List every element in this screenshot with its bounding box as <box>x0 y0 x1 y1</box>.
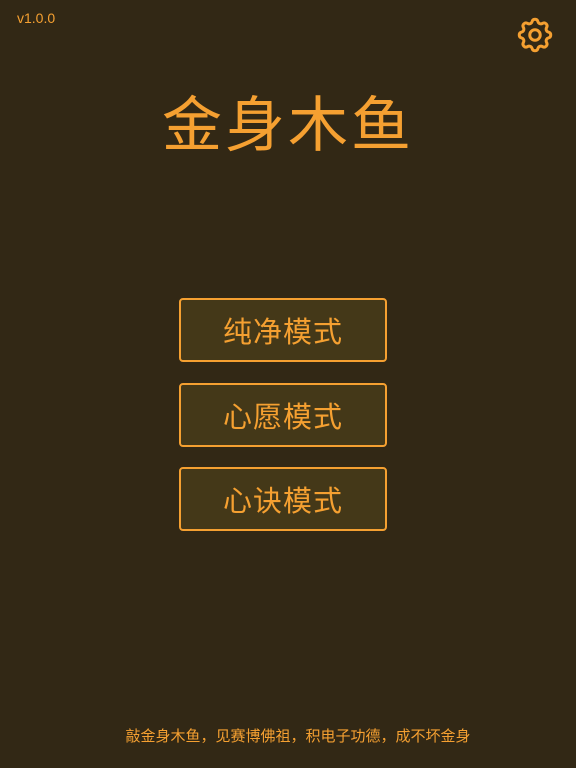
gear-icon <box>514 14 556 56</box>
pure-mode-label: 纯净模式 <box>222 315 343 349</box>
wish-mode-button[interactable]: 心愿模式 <box>179 383 387 447</box>
mantra-mode-button[interactable]: 心诀模式 <box>179 467 387 531</box>
pure-mode-button[interactable]: 纯净模式 <box>179 298 387 362</box>
mantra-mode-label: 心诀模式 <box>222 484 343 518</box>
footer-tagline: 敲金身木鱼，见赛博佛祖，积电子功德，成不坏金身 <box>125 727 471 745</box>
version-label: v1.0.0 <box>17 10 56 26</box>
wish-mode-label: 心愿模式 <box>222 400 343 434</box>
app-title: 金身木鱼 <box>162 91 414 161</box>
settings-button[interactable] <box>513 13 557 57</box>
